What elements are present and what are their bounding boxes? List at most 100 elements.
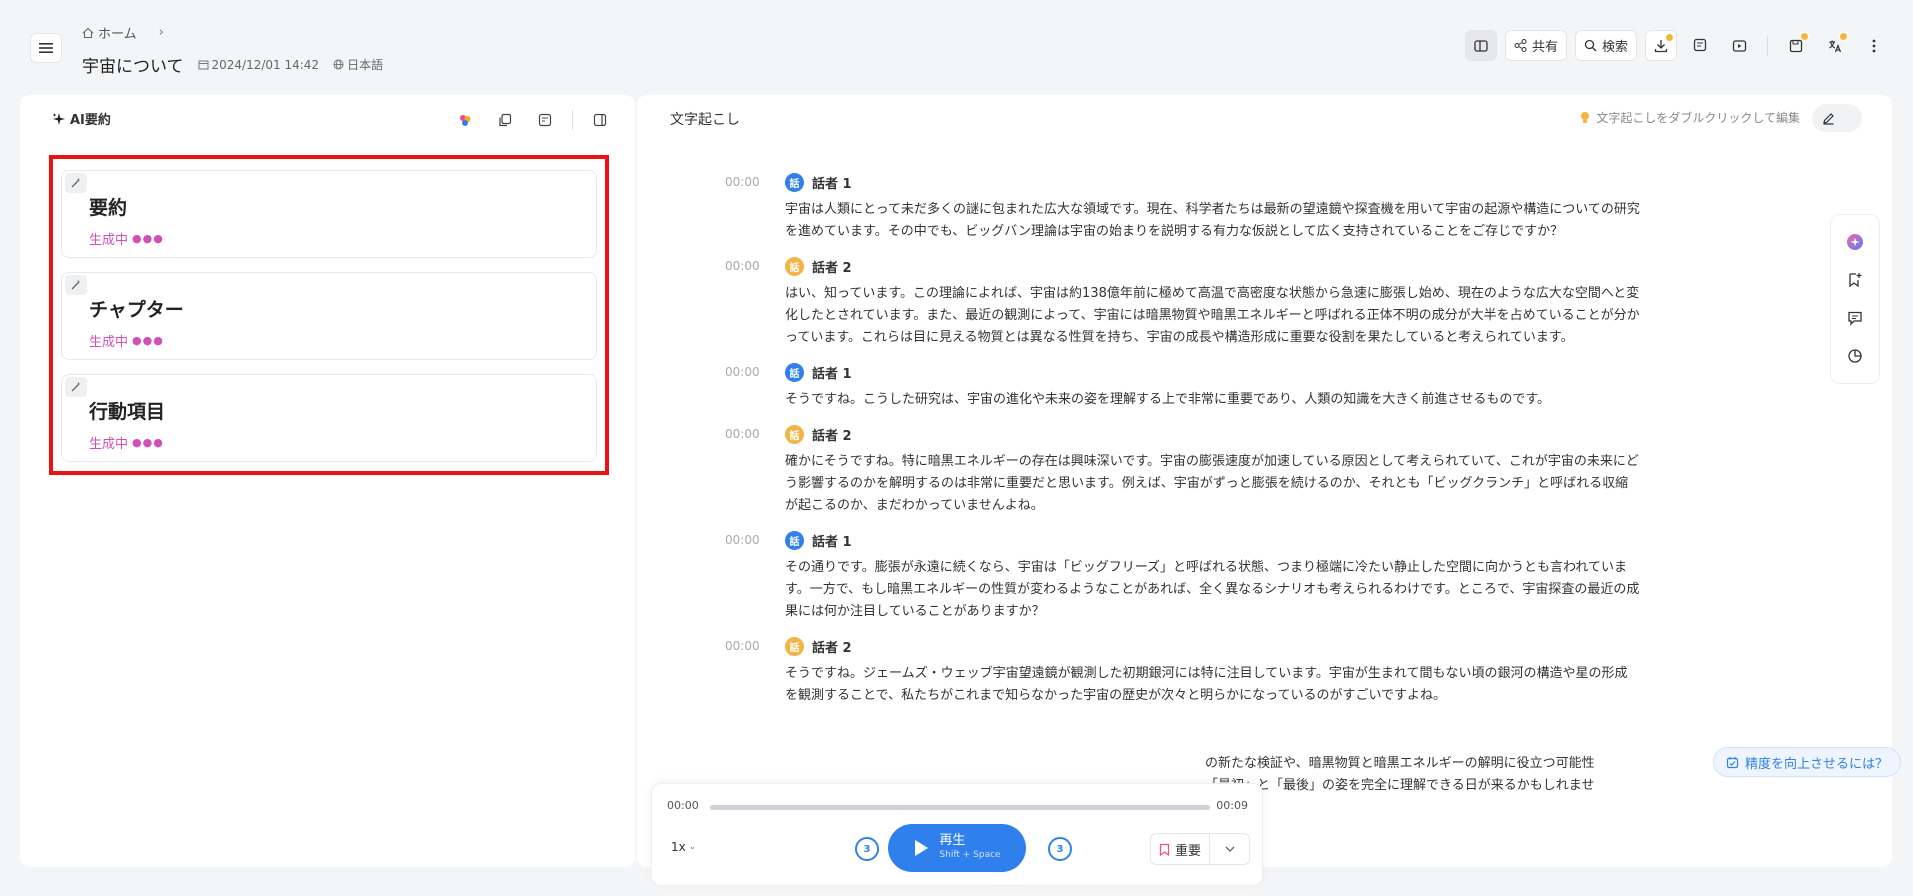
transcript-text[interactable]: 確かにそうですね。特に暗黒エネルギーの存在は興味深いです。宇宙の膨張速度が加速し… (785, 451, 1640, 517)
speaker-name[interactable]: 話者 1 (812, 173, 852, 192)
transcript-panel: 文字起こし 文字起こしをダブルクリックして編集 00:00 話話者 1 宇宙は人… (637, 95, 1892, 867)
notification-dot (1800, 32, 1809, 41)
timestamp[interactable]: 00:00 (725, 533, 770, 547)
speaker-name[interactable]: 話者 2 (812, 637, 852, 656)
speaker-name[interactable]: 話者 1 (812, 363, 852, 382)
chapters-card[interactable]: チャプター 生成中 ●●● (61, 272, 597, 360)
transcript-entry[interactable]: 00:00 話話者 2 確かにそうですね。特に暗黒エネルギーの存在は興味深いです… (725, 425, 1685, 517)
card-status: 生成中 ●●● (89, 433, 164, 452)
speaker-row: 話話者 1 (785, 531, 1685, 550)
save-button[interactable] (1780, 30, 1811, 61)
playback-speed-select[interactable]: 1x ⌄ (671, 840, 696, 854)
transcript-text[interactable]: その通りです。膨張が永遠に続くなら、宇宙は「ビッグフリーズ」と呼ばれる状態、つま… (785, 557, 1640, 623)
important-mark-control: 重要 (1150, 833, 1250, 865)
speed-label: 1x (671, 840, 686, 854)
speaker-row: 話話者 2 (785, 257, 1685, 276)
language-meta[interactable]: 日本語 (333, 56, 383, 73)
avatar: 話 (785, 257, 804, 276)
skip-forward-button[interactable]: 3 (1048, 837, 1072, 861)
transcript-text[interactable]: そうですね。こうした研究は、宇宙の進化や未来の姿を理解する上で非常に重要であり、… (785, 389, 1640, 411)
toolbar-divider (1767, 35, 1768, 56)
transcript-text-partial[interactable]: の新たな検証や、暗黒物質と暗黒エネルギーの解明に役立つ可能性 (1205, 753, 1645, 775)
card-title: 要約 (89, 197, 128, 219)
loading-dots-icon: ●●● (132, 334, 164, 347)
transcript-entry[interactable]: 00:00 話話者 2 そうですね。ジェームズ・ウェッブ宇宙望遠鏡が観測した初期… (725, 637, 1685, 707)
chevron-down-icon (1225, 846, 1234, 852)
transcript-text[interactable]: はい、知っています。この理論によれば、宇宙は約138億年前に極めて高温で高密度な… (785, 283, 1640, 349)
play-label: 再生 (939, 833, 966, 848)
search-icon (1584, 39, 1597, 52)
speaker-row: 話話者 1 (785, 363, 1685, 382)
play-button[interactable]: 再生 Shift + Space (888, 824, 1026, 872)
timestamp[interactable]: 00:00 (725, 259, 770, 273)
card-title: 行動項目 (89, 401, 166, 423)
transcript-text[interactable]: そうですね。ジェームズ・ウェッブ宇宙望遠鏡が観測した初期銀河には特に注目していま… (785, 663, 1640, 707)
menu-button[interactable] (30, 33, 62, 63)
header-toolbar: 共有 検索 (1464, 30, 1889, 61)
share-button[interactable]: 共有 (1504, 30, 1567, 61)
translate-button[interactable] (1819, 30, 1850, 61)
collapse-panel-button[interactable] (587, 107, 613, 133)
magic-wand-icon (65, 173, 87, 193)
ai-model-button[interactable] (452, 107, 478, 133)
statistics-button[interactable] (1841, 342, 1869, 370)
edit-mode-toggle[interactable] (1812, 104, 1862, 132)
calendar-check-icon (1726, 756, 1739, 768)
transcript-export-button[interactable] (1685, 30, 1716, 61)
comment-button[interactable] (1841, 304, 1869, 332)
search-button[interactable]: 検索 (1574, 30, 1637, 61)
lightbulb-icon (1581, 112, 1590, 123)
speaker-name[interactable]: 話者 2 (812, 257, 852, 276)
breadcrumb-home-link[interactable]: ホーム (98, 23, 137, 42)
timestamp[interactable]: 00:00 (725, 365, 770, 379)
transcript-entry[interactable]: 00:00 話話者 2 はい、知っています。この理論によれば、宇宙は約138億年… (725, 257, 1685, 349)
important-dropdown-button[interactable] (1210, 846, 1249, 852)
layout-toggle-button[interactable] (1464, 30, 1497, 61)
page-title[interactable]: 宇宙について (82, 52, 184, 77)
more-options-button[interactable] (1858, 30, 1889, 61)
notification-dot (1665, 33, 1674, 42)
avatar: 話 (785, 531, 804, 550)
timestamp[interactable]: 00:00 (725, 175, 770, 189)
video-button[interactable] (1724, 30, 1755, 61)
transcript-entry[interactable]: 00:00 話話者 1 宇宙は人類にとって未だ多くの謎に包まれた広大な領域です。… (725, 173, 1685, 243)
magic-wand-icon (65, 275, 87, 295)
save-icon (1789, 39, 1802, 52)
regenerate-summary-button[interactable] (532, 107, 558, 133)
summary-card[interactable]: 要約 生成中 ●●● (61, 170, 597, 258)
transcript-entry[interactable]: 00:00 話話者 1 その通りです。膨張が永遠に続くなら、宇宙は「ビッグフリー… (725, 531, 1685, 623)
sparkle-icon (52, 112, 65, 125)
side-toolbar (1830, 214, 1880, 384)
improve-accuracy-button[interactable]: 精度を向上させるには？ (1713, 747, 1902, 777)
timestamp[interactable]: 00:00 (725, 639, 770, 653)
status-label: 生成中 (89, 437, 129, 452)
mark-important-button[interactable]: 重要 (1151, 834, 1211, 864)
share-icon (1514, 39, 1527, 52)
play-texts: 再生 Shift + Space (939, 834, 1000, 862)
speaker-row: 話話者 2 (785, 425, 1685, 444)
speaker-name[interactable]: 話者 2 (812, 425, 852, 444)
skip-back-button[interactable]: 3 (855, 837, 879, 861)
speaker-row: 話話者 2 (785, 637, 1685, 656)
speaker-name[interactable]: 話者 1 (812, 531, 852, 550)
action-items-card[interactable]: 行動項目 生成中 ●●● (61, 374, 597, 462)
title-row: 宇宙について 2024/12/01 14:42 日本語 (82, 52, 383, 77)
copy-summary-button[interactable] (492, 107, 518, 133)
bookmark-add-button[interactable] (1841, 266, 1869, 294)
edit-doc-icon (538, 113, 552, 127)
ai-summary-title: AI要約 (70, 113, 111, 128)
timestamp[interactable]: 00:00 (725, 427, 770, 441)
transcript-text-partial[interactable]: 「最初」と「最後」の姿を完全に理解できる日が来るかもしれませ (1205, 775, 1645, 797)
total-time: 00:09 (1216, 799, 1248, 812)
globe-icon (333, 59, 344, 70)
ai-assistant-button[interactable] (1841, 228, 1869, 256)
share-label: 共有 (1531, 40, 1558, 55)
progress-bar[interactable] (710, 805, 1210, 810)
bookmark-icon (1159, 843, 1170, 856)
transcript-entry[interactable]: 00:00 話話者 1 そうですね。こうした研究は、宇宙の進化や未来の姿を理解す… (725, 363, 1685, 411)
transcript-text[interactable]: 宇宙は人類にとって未だ多くの謎に包まれた広大な領域です。現在、科学者たちは最新の… (785, 199, 1640, 243)
download-button[interactable] (1645, 30, 1677, 61)
transcript-entry-partial[interactable]: の新たな検証や、暗黒物質と暗黒エネルギーの解明に役立つ可能性 「最初」と「最後」… (1205, 753, 1685, 797)
summary-toolbar (452, 107, 613, 133)
ai-model-icon (460, 115, 471, 126)
